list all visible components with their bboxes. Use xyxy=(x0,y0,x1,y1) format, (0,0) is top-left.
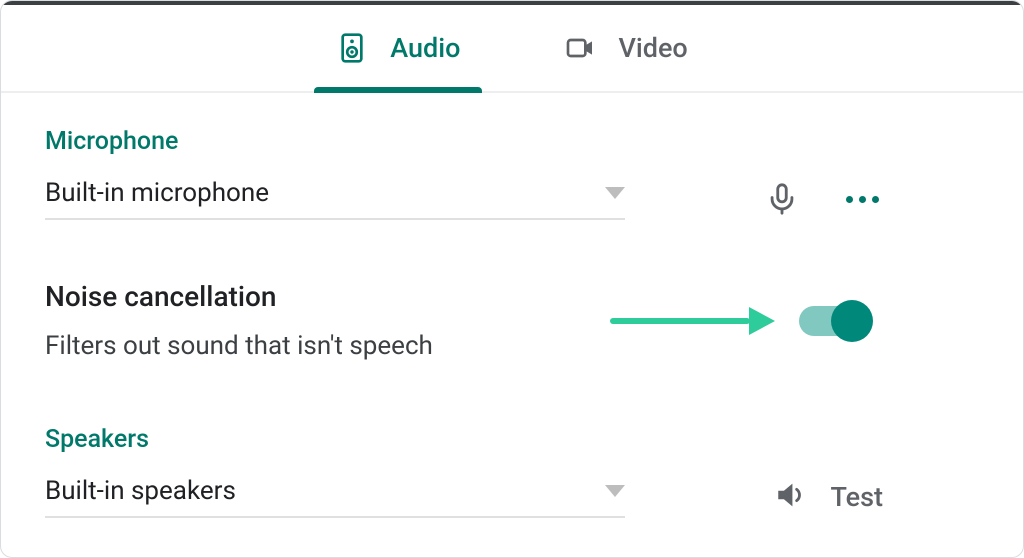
more-horiz-icon xyxy=(846,196,879,203)
microphone-heading: Microphone xyxy=(45,127,979,156)
microphone-selected-value: Built-in microphone xyxy=(45,178,269,208)
test-label: Test xyxy=(830,481,883,513)
tab-audio[interactable]: Audio xyxy=(314,5,482,91)
chevron-down-icon xyxy=(605,485,625,497)
speakers-section: Speakers Built-in speakers Test xyxy=(45,425,979,522)
content-area: Microphone Built-in microphone xyxy=(1,93,1023,557)
speakers-heading: Speakers xyxy=(45,425,979,454)
active-tab-indicator xyxy=(314,87,482,93)
videocam-icon xyxy=(564,32,596,64)
settings-panel: Audio Video Microphone Built-in micropho… xyxy=(0,0,1024,558)
speakers-row: Built-in speakers Test xyxy=(45,472,979,522)
overflow-menu-button[interactable] xyxy=(845,182,879,216)
test-speakers-button[interactable]: Test xyxy=(774,478,883,516)
tab-audio-label: Audio xyxy=(390,32,460,64)
microphone-select[interactable]: Built-in microphone xyxy=(45,178,625,220)
noise-cancellation-toggle[interactable] xyxy=(799,306,865,336)
noise-cancellation-description: Filters out sound that isn't speech xyxy=(45,331,610,361)
annotation-arrow-icon xyxy=(610,309,775,333)
tab-bar: Audio Video xyxy=(1,5,1023,93)
speaker-icon xyxy=(336,32,368,64)
volume-icon xyxy=(774,478,808,516)
microphone-icon xyxy=(765,182,799,216)
tab-video[interactable]: Video xyxy=(542,5,709,91)
tab-video-label: Video xyxy=(618,32,687,64)
speakers-trailing: Test xyxy=(774,478,979,516)
switch-thumb xyxy=(831,300,873,342)
noise-cancellation-title: Noise cancellation xyxy=(45,280,610,313)
noise-cancellation-section: Noise cancellation Filters out sound tha… xyxy=(45,280,979,361)
speakers-selected-value: Built-in speakers xyxy=(45,476,236,506)
chevron-down-icon xyxy=(605,187,625,199)
microphone-trailing xyxy=(765,182,979,216)
speakers-select[interactable]: Built-in speakers xyxy=(45,476,625,518)
microphone-row: Built-in microphone xyxy=(45,174,979,224)
microphone-section: Microphone Built-in microphone xyxy=(45,127,979,224)
